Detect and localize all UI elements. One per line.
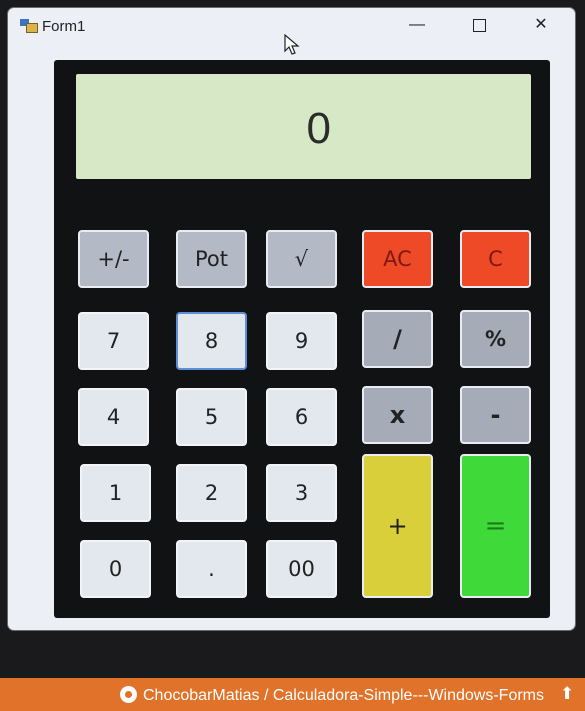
footer-bar: ChocobarMatias / Calculadora-Simple---Wi… bbox=[0, 678, 585, 711]
digit-9-button[interactable]: 9 bbox=[266, 312, 337, 370]
display-screen: 0 bbox=[76, 74, 531, 179]
divide-button[interactable]: / bbox=[362, 310, 433, 368]
double-zero-button[interactable]: 00 bbox=[266, 540, 337, 598]
close-button[interactable]: ✕ bbox=[518, 8, 564, 44]
maximize-icon bbox=[472, 19, 486, 32]
app-icon bbox=[20, 19, 38, 33]
minimize-button[interactable]: — bbox=[394, 8, 440, 44]
percent-button[interactable]: % bbox=[460, 310, 531, 368]
mouse-cursor-icon bbox=[284, 34, 300, 55]
all-clear-button[interactable]: AC bbox=[362, 230, 433, 288]
digit-7-button[interactable]: 7 bbox=[78, 312, 149, 370]
add-button[interactable]: + bbox=[362, 454, 433, 598]
sign-toggle-button[interactable]: +/- bbox=[78, 230, 149, 288]
subtract-button[interactable]: - bbox=[460, 386, 531, 444]
github-icon bbox=[120, 686, 137, 703]
digit-0-button[interactable]: 0 bbox=[80, 540, 151, 598]
window-title: Form1 bbox=[42, 18, 86, 35]
square-root-button[interactable]: √ bbox=[266, 230, 337, 288]
digit-1-button[interactable]: 1 bbox=[80, 464, 151, 522]
maximize-button[interactable] bbox=[456, 8, 502, 44]
scroll-top-icon[interactable]: ⬆ bbox=[560, 684, 574, 704]
calculator-panel: 0 +/- Pot √ AC C 7 8 9 / % 4 5 6 x - 1 2… bbox=[54, 60, 550, 618]
digit-3-button[interactable]: 3 bbox=[266, 464, 337, 522]
clear-button[interactable]: C bbox=[460, 230, 531, 288]
digit-5-button[interactable]: 5 bbox=[176, 388, 247, 446]
repo-link[interactable]: ChocobarMatias / Calculadora-Simple---Wi… bbox=[120, 686, 544, 705]
repo-link-text: ChocobarMatias / Calculadora-Simple---Wi… bbox=[143, 687, 544, 704]
digit-8-button[interactable]: 8 bbox=[176, 312, 247, 370]
digit-6-button[interactable]: 6 bbox=[266, 388, 337, 446]
multiply-button[interactable]: x bbox=[362, 386, 433, 444]
digit-4-button[interactable]: 4 bbox=[78, 388, 149, 446]
power-button[interactable]: Pot bbox=[176, 230, 247, 288]
display-value: 0 bbox=[306, 104, 331, 153]
decimal-point-button[interactable]: . bbox=[176, 540, 247, 598]
equals-button[interactable]: = bbox=[460, 454, 531, 598]
calculator-window: Form1 — ✕ 0 +/- Pot √ AC C 7 8 9 / % 4 5… bbox=[8, 8, 575, 630]
digit-2-button[interactable]: 2 bbox=[176, 464, 247, 522]
